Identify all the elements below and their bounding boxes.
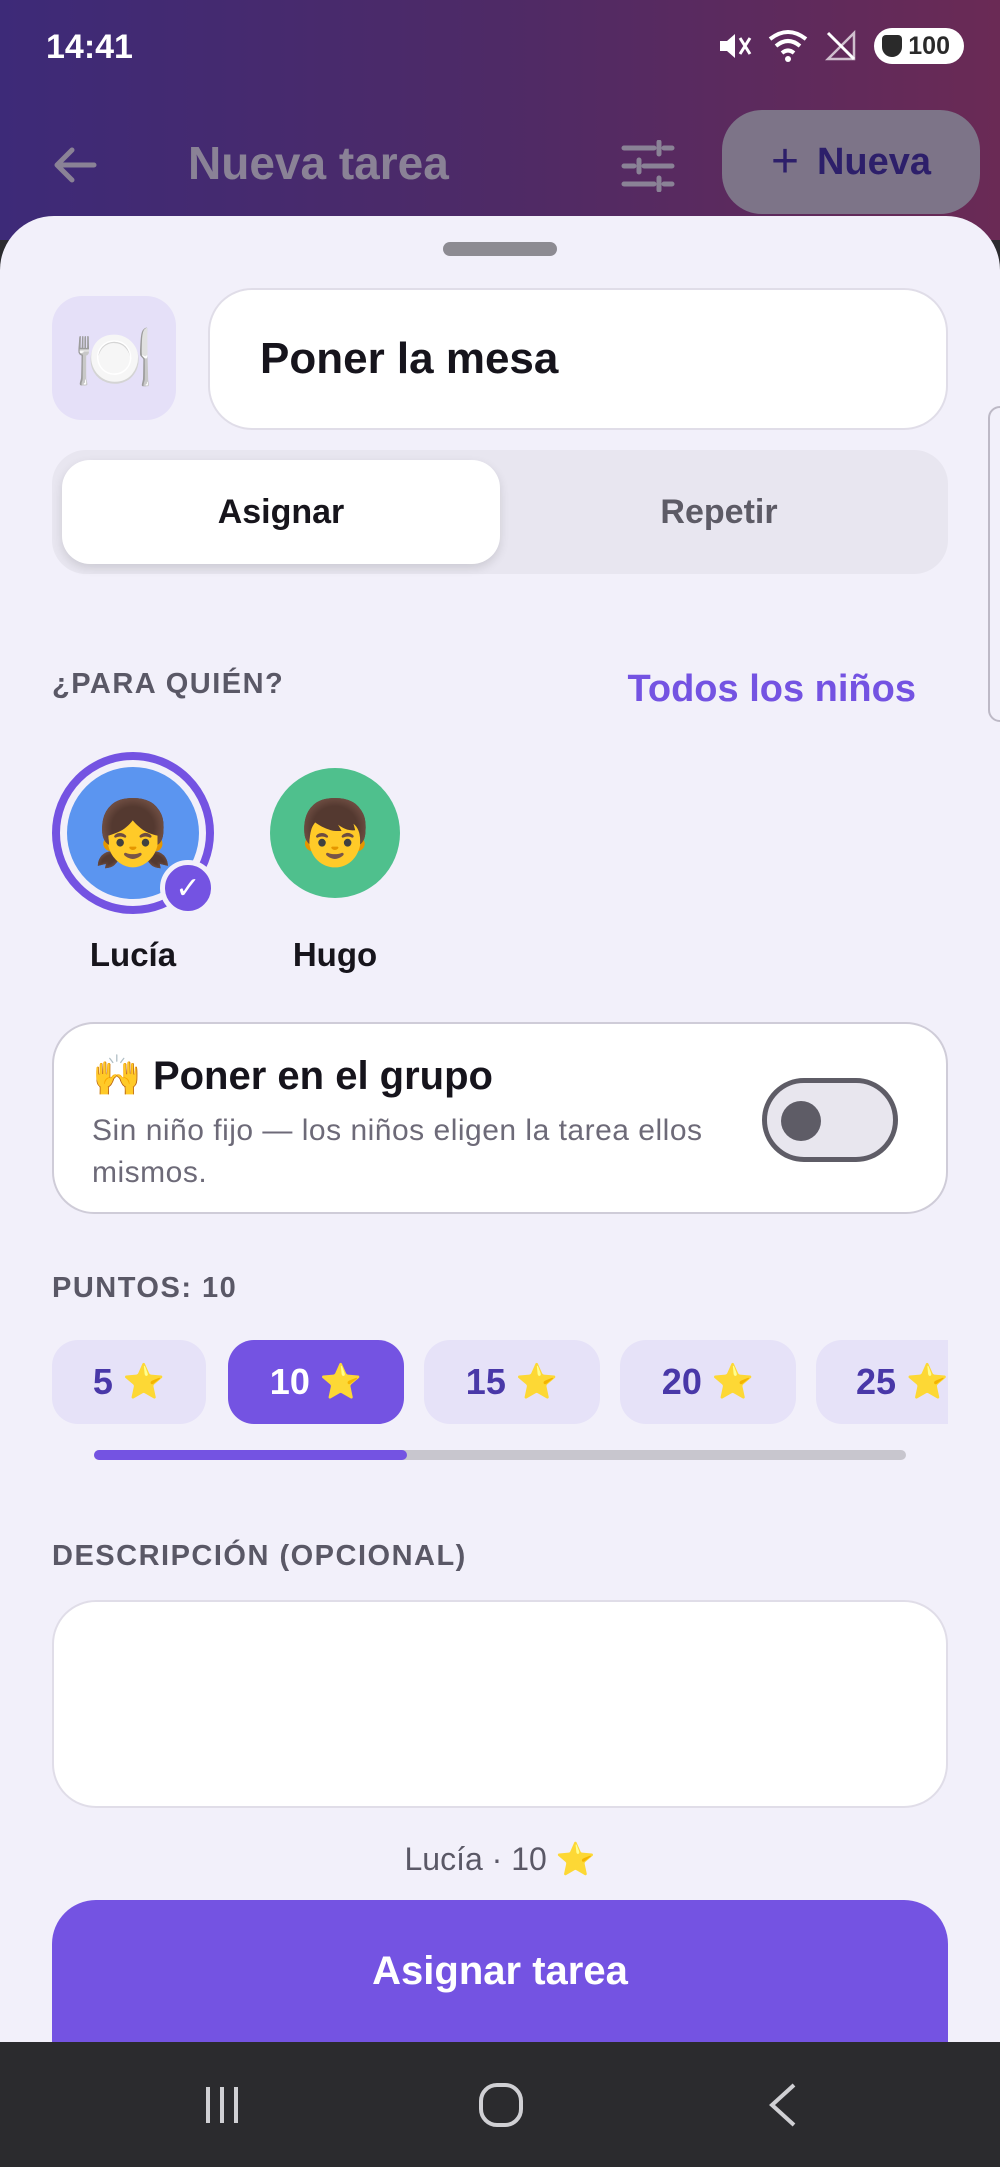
points-label: PUNTOS: 10 <box>52 1272 238 1304</box>
points-value: 25 <box>856 1361 897 1402</box>
assign-task-button[interactable]: Asignar tarea <box>52 1900 948 2042</box>
mode-tabs: Asignar Repetir <box>52 450 948 574</box>
no-signal-icon <box>825 29 856 61</box>
avatar: 👧 ✓ <box>52 752 216 916</box>
points-chip-25[interactable]: 25 ⭐ <box>816 1340 948 1424</box>
group-subtitle: Sin niño fijo — los niños eligen la tare… <box>92 1114 703 1189</box>
page-title: Nueva tarea <box>188 137 449 189</box>
new-task-label: Nueva <box>816 140 932 183</box>
points-selector: 5 ⭐ 10 ⭐ 15 ⭐ 20 ⭐ 25 ⭐ <box>52 1340 948 1426</box>
kid-hugo[interactable]: 👦 Hugo <box>250 768 420 974</box>
star-icon: ⭐ <box>515 1363 559 1401</box>
back-icon[interactable] <box>762 2080 802 2130</box>
description-label: DESCRIPCIÓN (OPCIONAL) <box>52 1540 467 1572</box>
kid-name: Hugo <box>292 936 378 973</box>
points-value: 15 <box>465 1361 506 1402</box>
all-kids-link[interactable]: Todos los niños <box>627 668 916 711</box>
sheet-drag-handle[interactable] <box>443 242 557 256</box>
status-bar: 14:41 100 <box>0 0 1000 100</box>
task-icon-picker[interactable]: 🍽️ <box>52 296 176 420</box>
toggle-knob <box>781 1101 821 1141</box>
mute-icon <box>720 34 752 58</box>
star-icon: ⭐ <box>122 1363 166 1401</box>
points-scroll-indicator <box>94 1450 906 1460</box>
raised-hands-icon: 🙌 <box>92 1054 142 1098</box>
wifi-icon <box>769 30 808 62</box>
star-icon: ⭐ <box>711 1363 755 1401</box>
task-title-input[interactable]: Poner la mesa <box>208 288 948 430</box>
points-chip-15[interactable]: 15 ⭐ <box>424 1340 600 1424</box>
system-nav-bar <box>0 2042 1000 2167</box>
star-icon: ⭐ <box>906 1363 948 1401</box>
new-task-button[interactable]: + Nueva <box>722 110 980 214</box>
description-input[interactable] <box>52 1600 948 1808</box>
points-scroll-fill <box>94 1450 407 1460</box>
assignment-summary: Lucía · 10 ⭐ <box>404 1841 596 1877</box>
plate-icon: 🍽️ <box>74 321 154 394</box>
kid-lucia[interactable]: 👧 ✓ Lucía <box>48 752 218 974</box>
group-option-card[interactable]: 🙌 Poner en el grupo Sin niño fijo — los … <box>52 1022 948 1214</box>
check-icon: ✓ <box>160 860 216 916</box>
points-chip-10[interactable]: 10 ⭐ <box>228 1340 404 1424</box>
tab-repeat[interactable]: Repetir <box>500 460 938 564</box>
filter-sliders-icon[interactable] <box>620 140 676 192</box>
battery-shield-icon <box>882 35 903 57</box>
points-value: 10 <box>269 1361 310 1402</box>
battery-level: 100 <box>908 31 950 60</box>
points-value: 5 <box>92 1361 113 1402</box>
status-icons: 100 <box>716 28 964 64</box>
home-icon[interactable] <box>476 2080 526 2130</box>
back-arrow-icon[interactable] <box>50 140 100 190</box>
tab-assign[interactable]: Asignar <box>62 460 500 564</box>
group-title-text: Poner en el grupo <box>152 1054 493 1098</box>
group-toggle[interactable] <box>762 1078 898 1162</box>
recent-apps-icon[interactable] <box>196 2080 248 2130</box>
points-chip-5[interactable]: 5 ⭐ <box>52 1340 206 1424</box>
points-value: 20 <box>661 1361 702 1402</box>
battery-indicator: 100 <box>874 28 964 64</box>
new-task-sheet: 🍽️ Poner la mesa Asignar Repetir ¿PARA Q… <box>0 216 1000 2042</box>
kid-name: Lucía <box>89 936 177 973</box>
avatar-boy-icon: 👦 <box>270 768 400 898</box>
scrollbar[interactable] <box>988 406 1000 722</box>
plus-icon: + <box>770 135 799 188</box>
star-icon: ⭐ <box>319 1363 363 1401</box>
group-title: 🙌 Poner en el grupo <box>92 1052 493 1099</box>
status-time: 14:41 <box>46 28 133 66</box>
top-toolbar: Nueva tarea + Nueva <box>0 110 1000 220</box>
points-chip-20[interactable]: 20 ⭐ <box>620 1340 796 1424</box>
for-whom-label: ¿PARA QUIÉN? <box>52 668 285 700</box>
